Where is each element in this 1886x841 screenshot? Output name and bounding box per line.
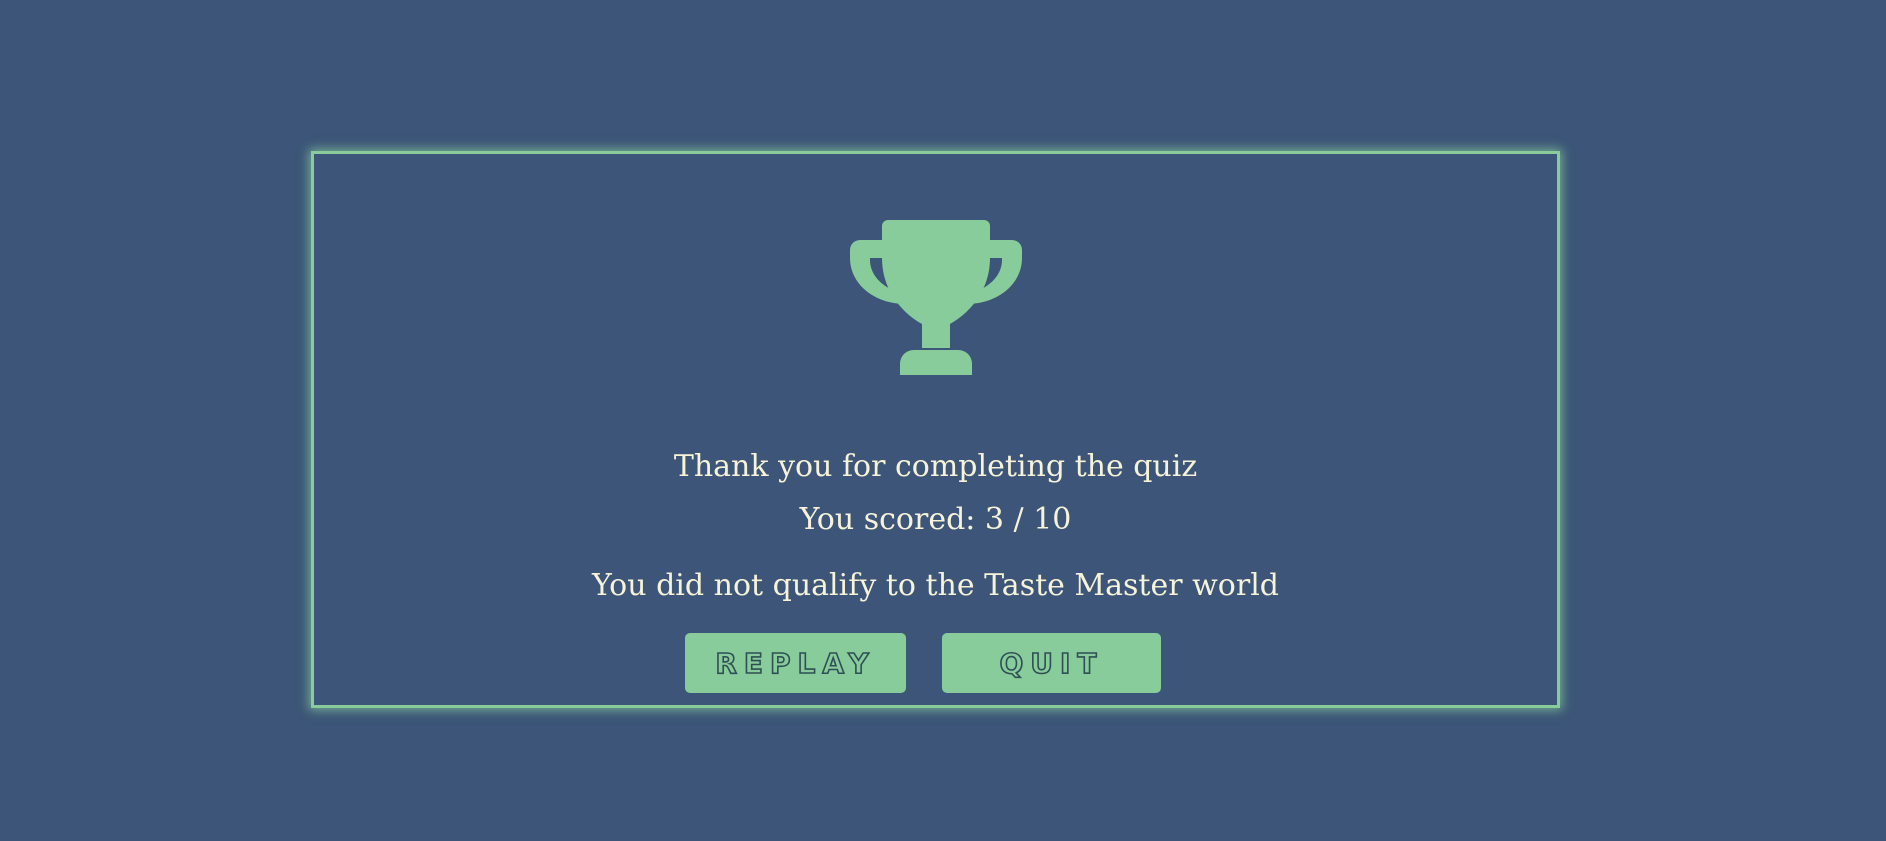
qualification-message: You did not qualify to the Taste Master …	[591, 568, 1279, 603]
score-text: You scored: 3 / 10	[799, 502, 1072, 537]
thanks-message: Thank you for completing the quiz	[673, 449, 1198, 484]
quit-button[interactable]: QUIT	[942, 633, 1161, 693]
quiz-result-card: Thank you for completing the quiz You sc…	[311, 151, 1560, 708]
trophy-icon	[850, 220, 1022, 375]
replay-button[interactable]: REPLAY	[685, 633, 906, 693]
